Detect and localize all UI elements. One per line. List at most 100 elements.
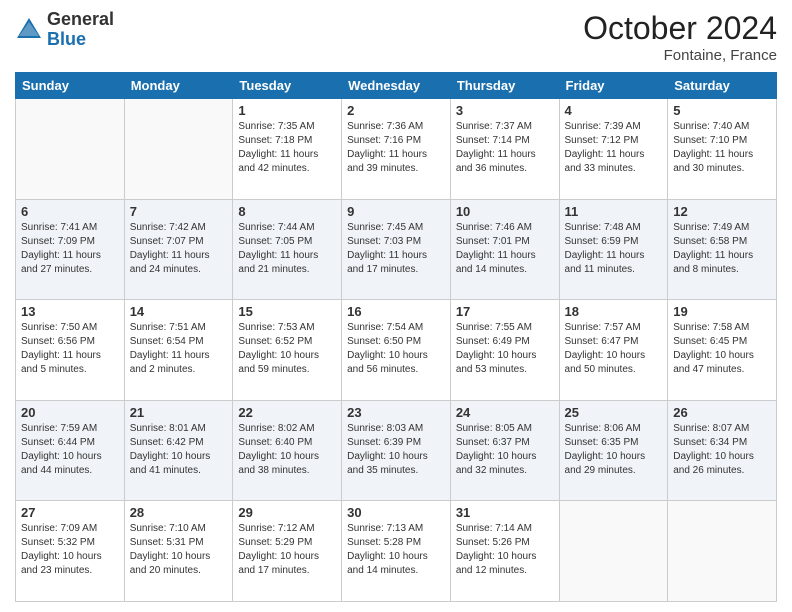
day-number: 15 [238, 304, 336, 319]
day-info: Sunrise: 7:14 AM Sunset: 5:26 PM Dayligh… [456, 522, 554, 578]
calendar-cell: 11 Sunrise: 7:48 AM Sunset: 6:59 PM Dayli… [559, 199, 668, 300]
calendar-cell: 31 Sunrise: 7:14 AM Sunset: 5:26 PM Dayli… [450, 501, 559, 602]
page: General Blue October 2024 Fontaine, Fran… [0, 0, 792, 612]
week-row-1: 6Sunrise: 7:41 AM Sunset: 7:09 PM Daylig… [16, 199, 777, 300]
day-number: 21 [130, 405, 228, 420]
calendar-cell: 3 Sunrise: 7:37 AM Sunset: 7:14 PM Daylig… [450, 99, 559, 200]
day-info: Sunrise: 8:03 AM Sunset: 6:39 PM Dayligh… [347, 422, 445, 478]
header: General Blue October 2024 Fontaine, Fran… [15, 10, 777, 64]
day-number: 3 [456, 103, 554, 118]
day-number: 6 [21, 204, 119, 219]
week-row-2: 13 Sunrise: 7:50 AM Sunset: 6:56 PM Dayli… [16, 300, 777, 401]
day-number: 28 [130, 505, 228, 520]
calendar-cell [668, 501, 777, 602]
calendar-cell: 15 Sunrise: 7:53 AM Sunset: 6:52 PM Dayli… [233, 300, 342, 401]
week-row-4: 27Sunrise: 7:09 AM Sunset: 5:32 PM Dayli… [16, 501, 777, 602]
calendar-table: SundayMondayTuesdayWednesdayThursdayFrid… [15, 72, 777, 602]
day-number: 30 [347, 505, 445, 520]
calendar-cell: 2 Sunrise: 7:36 AM Sunset: 7:16 PM Daylig… [342, 99, 451, 200]
day-info: Sunrise: 7:13 AM Sunset: 5:28 PM Dayligh… [347, 522, 445, 578]
day-number: 26 [673, 405, 771, 420]
day-info: Sunrise: 7:51 AM Sunset: 6:54 PM Dayligh… [130, 321, 228, 377]
week-row-3: 20 Sunrise: 7:59 AM Sunset: 6:44 PM Dayli… [16, 400, 777, 501]
day-number: 18 [565, 304, 663, 319]
calendar-cell: 13 Sunrise: 7:50 AM Sunset: 6:56 PM Dayli… [16, 300, 125, 401]
day-info: Sunrise: 7:58 AM Sunset: 6:45 PM Dayligh… [673, 321, 771, 377]
day-number: 2 [347, 103, 445, 118]
calendar-cell: 28 Sunrise: 7:10 AM Sunset: 5:31 PM Dayli… [124, 501, 233, 602]
day-header-thursday: Thursday [450, 73, 559, 99]
day-info: Sunrise: 7:57 AM Sunset: 6:47 PM Dayligh… [565, 321, 663, 377]
day-number: 19 [673, 304, 771, 319]
day-info: Sunrise: 7:50 AM Sunset: 6:56 PM Dayligh… [21, 321, 119, 377]
title-section: October 2024 Fontaine, France [583, 10, 777, 64]
day-info: Sunrise: 7:59 AM Sunset: 6:44 PM Dayligh… [21, 422, 119, 478]
calendar-cell: 18 Sunrise: 7:57 AM Sunset: 6:47 PM Dayli… [559, 300, 668, 401]
day-number: 7 [130, 204, 228, 219]
calendar-cell: 20 Sunrise: 7:59 AM Sunset: 6:44 PM Dayli… [16, 400, 125, 501]
calendar-cell: 7 Sunrise: 7:42 AM Sunset: 7:07 PM Daylig… [124, 199, 233, 300]
calendar-cell: 1Sunrise: 7:35 AM Sunset: 7:18 PM Daylig… [233, 99, 342, 200]
logo-icon [15, 16, 43, 44]
day-info: Sunrise: 7:37 AM Sunset: 7:14 PM Dayligh… [456, 120, 554, 176]
calendar-cell [16, 99, 125, 200]
day-number: 23 [347, 405, 445, 420]
day-number: 25 [565, 405, 663, 420]
calendar-cell: 25 Sunrise: 8:06 AM Sunset: 6:35 PM Dayli… [559, 400, 668, 501]
calendar-cell: 29 Sunrise: 7:12 AM Sunset: 5:29 PM Dayli… [233, 501, 342, 602]
day-number: 8 [238, 204, 336, 219]
calendar-cell: 4 Sunrise: 7:39 AM Sunset: 7:12 PM Daylig… [559, 99, 668, 200]
day-info: Sunrise: 8:06 AM Sunset: 6:35 PM Dayligh… [565, 422, 663, 478]
day-info: Sunrise: 7:53 AM Sunset: 6:52 PM Dayligh… [238, 321, 336, 377]
day-info: Sunrise: 7:44 AM Sunset: 7:05 PM Dayligh… [238, 221, 336, 277]
day-info: Sunrise: 7:48 AM Sunset: 6:59 PM Dayligh… [565, 221, 663, 277]
day-number: 9 [347, 204, 445, 219]
calendar-cell: 21 Sunrise: 8:01 AM Sunset: 6:42 PM Dayli… [124, 400, 233, 501]
calendar-cell: 5Sunrise: 7:40 AM Sunset: 7:10 PM Daylig… [668, 99, 777, 200]
logo: General Blue [15, 10, 114, 50]
calendar-cell: 19 Sunrise: 7:58 AM Sunset: 6:45 PM Dayli… [668, 300, 777, 401]
day-info: Sunrise: 8:01 AM Sunset: 6:42 PM Dayligh… [130, 422, 228, 478]
calendar-cell: 8 Sunrise: 7:44 AM Sunset: 7:05 PM Daylig… [233, 199, 342, 300]
day-info: Sunrise: 8:02 AM Sunset: 6:40 PM Dayligh… [238, 422, 336, 478]
day-info: Sunrise: 7:12 AM Sunset: 5:29 PM Dayligh… [238, 522, 336, 578]
day-header-wednesday: Wednesday [342, 73, 451, 99]
day-number: 12 [673, 204, 771, 219]
day-info: Sunrise: 7:36 AM Sunset: 7:16 PM Dayligh… [347, 120, 445, 176]
calendar-cell: 14Sunrise: 7:51 AM Sunset: 6:54 PM Dayli… [124, 300, 233, 401]
day-number: 13 [21, 304, 119, 319]
logo-text: General Blue [47, 10, 114, 50]
day-info: Sunrise: 7:49 AM Sunset: 6:58 PM Dayligh… [673, 221, 771, 277]
logo-blue: Blue [47, 29, 86, 49]
day-header-sunday: Sunday [16, 73, 125, 99]
day-number: 11 [565, 204, 663, 219]
day-header-saturday: Saturday [668, 73, 777, 99]
calendar-cell: 24Sunrise: 8:05 AM Sunset: 6:37 PM Dayli… [450, 400, 559, 501]
calendar-cell: 16Sunrise: 7:54 AM Sunset: 6:50 PM Dayli… [342, 300, 451, 401]
calendar-cell: 12 Sunrise: 7:49 AM Sunset: 6:58 PM Dayli… [668, 199, 777, 300]
day-number: 20 [21, 405, 119, 420]
day-info: Sunrise: 7:35 AM Sunset: 7:18 PM Dayligh… [238, 120, 336, 176]
day-number: 10 [456, 204, 554, 219]
logo-general: General [47, 9, 114, 29]
calendar-cell: 30 Sunrise: 7:13 AM Sunset: 5:28 PM Dayli… [342, 501, 451, 602]
day-info: Sunrise: 7:46 AM Sunset: 7:01 PM Dayligh… [456, 221, 554, 277]
day-info: Sunrise: 8:05 AM Sunset: 6:37 PM Dayligh… [456, 422, 554, 478]
calendar-cell: 23 Sunrise: 8:03 AM Sunset: 6:39 PM Dayli… [342, 400, 451, 501]
calendar-cell: 27Sunrise: 7:09 AM Sunset: 5:32 PM Dayli… [16, 501, 125, 602]
day-number: 17 [456, 304, 554, 319]
day-number: 16 [347, 304, 445, 319]
day-number: 31 [456, 505, 554, 520]
day-header-monday: Monday [124, 73, 233, 99]
header-row: SundayMondayTuesdayWednesdayThursdayFrid… [16, 73, 777, 99]
day-info: Sunrise: 7:42 AM Sunset: 7:07 PM Dayligh… [130, 221, 228, 277]
day-info: Sunrise: 7:39 AM Sunset: 7:12 PM Dayligh… [565, 120, 663, 176]
day-number: 4 [565, 103, 663, 118]
calendar-cell: 17Sunrise: 7:55 AM Sunset: 6:49 PM Dayli… [450, 300, 559, 401]
day-info: Sunrise: 7:09 AM Sunset: 5:32 PM Dayligh… [21, 522, 119, 578]
day-info: Sunrise: 7:10 AM Sunset: 5:31 PM Dayligh… [130, 522, 228, 578]
day-info: Sunrise: 7:40 AM Sunset: 7:10 PM Dayligh… [673, 120, 771, 176]
day-number: 29 [238, 505, 336, 520]
day-header-tuesday: Tuesday [233, 73, 342, 99]
calendar-cell: 10 Sunrise: 7:46 AM Sunset: 7:01 PM Dayli… [450, 199, 559, 300]
